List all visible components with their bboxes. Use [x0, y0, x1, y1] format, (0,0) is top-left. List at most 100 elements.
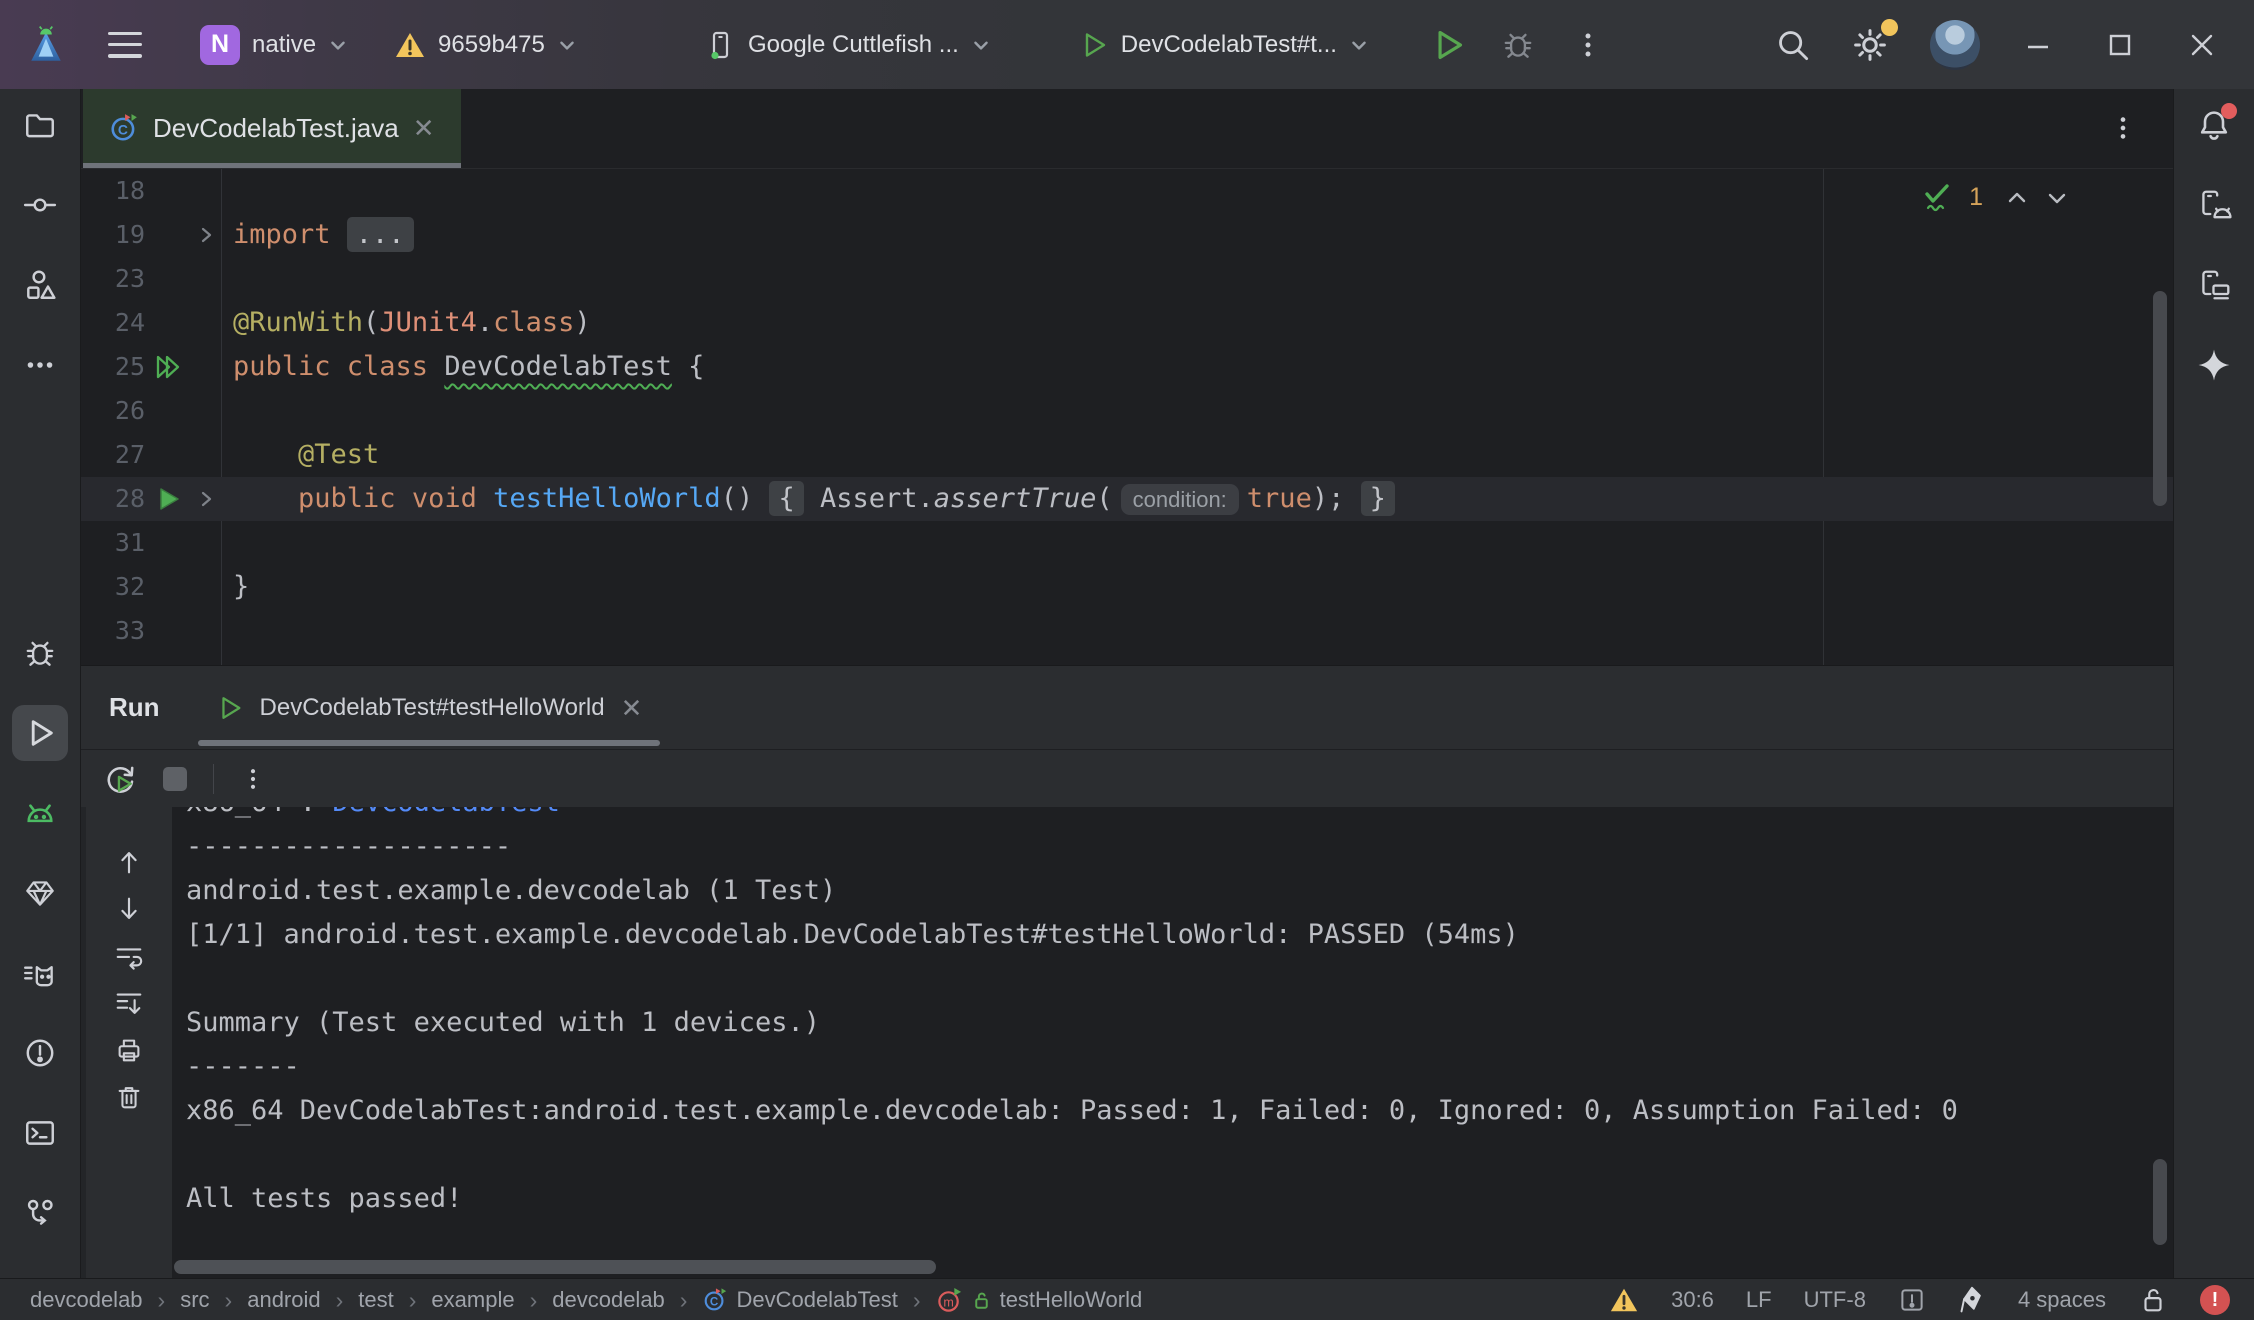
code-line[interactable]: 27 @Test [81, 433, 2173, 477]
terminal-icon[interactable] [12, 1105, 68, 1161]
code-line[interactable]: 18 [81, 169, 2173, 213]
run-tab[interactable]: DevCodelabTest#testHelloWorld ✕ [192, 666, 667, 749]
exclamation-box-icon[interactable] [1898, 1286, 1926, 1314]
scroll-up-icon[interactable] [114, 847, 144, 877]
code-line[interactable]: 24@RunWith(JUnit4.class) [81, 301, 2173, 345]
notifications-bell-icon[interactable] [2186, 97, 2242, 153]
code-line[interactable]: 28 public void testHelloWorld() { Assert… [81, 477, 2173, 521]
debug-tool-icon[interactable] [12, 625, 68, 681]
console-line [186, 1133, 2173, 1177]
soft-wrap-icon[interactable] [114, 941, 144, 971]
previous-problem-chevron-icon[interactable] [2005, 186, 2029, 210]
app-quality-insights-icon[interactable] [12, 865, 68, 921]
line-number[interactable]: 28 [81, 477, 145, 521]
clear-console-trash-icon[interactable] [114, 1082, 144, 1112]
main-menu-icon[interactable] [108, 32, 142, 58]
settings-gear-icon[interactable] [1850, 25, 1890, 65]
line-number[interactable]: 25 [81, 345, 145, 389]
breadcrumb-item[interactable]: src [180, 1287, 209, 1313]
code-editor[interactable]: 1819import ...2324@RunWith(JUnit4.class)… [81, 169, 2173, 665]
gemini-sparkle-icon[interactable] [2186, 337, 2242, 393]
caret-position[interactable]: 30:6 [1671, 1287, 1714, 1313]
vcs-branch-selector[interactable]: 9659b475 [380, 21, 591, 69]
tab-options-kebab-icon[interactable] [2109, 111, 2137, 145]
run-button[interactable] [1431, 28, 1465, 62]
breadcrumb-item[interactable]: devcodelab [552, 1287, 665, 1313]
search-icon[interactable] [1774, 26, 1812, 64]
run-options-kebab-icon[interactable] [240, 763, 266, 795]
breadcrumb-separator: › [913, 1287, 921, 1314]
unlock-icon[interactable] [2138, 1285, 2168, 1315]
console-output[interactable]: x86_64 : DevCodelabTest-----------------… [172, 807, 2173, 1278]
line-number[interactable]: 18 [81, 169, 145, 213]
gutter-fold-column [191, 345, 221, 389]
structure-icon[interactable] [12, 257, 68, 313]
breadcrumb-separator: › [158, 1287, 166, 1314]
warning-triangle-icon[interactable] [1609, 1285, 1639, 1315]
close-tab-icon[interactable]: ✕ [413, 115, 435, 141]
more-actions-kebab-icon[interactable] [1573, 28, 1603, 62]
run-tool-icon[interactable] [12, 705, 68, 761]
line-number[interactable]: 32 [81, 565, 145, 609]
breadcrumb-item[interactable]: test [358, 1287, 393, 1313]
debug-button[interactable] [1501, 28, 1535, 62]
gutter-run-column[interactable] [145, 345, 191, 389]
more-tool-windows-icon[interactable] [12, 337, 68, 393]
indent-size[interactable]: 4 spaces [2018, 1287, 2106, 1313]
scroll-to-end-icon[interactable] [114, 988, 144, 1018]
project-icon[interactable] [12, 97, 68, 153]
git-graph-icon[interactable] [12, 1185, 68, 1241]
breadcrumb-item[interactable]: devcodelab [30, 1287, 143, 1313]
line-number[interactable]: 27 [81, 433, 145, 477]
device-selector[interactable]: Google Cuttlefish ... [690, 21, 1005, 69]
line-number[interactable]: 31 [81, 521, 145, 565]
minimize-button[interactable] [2010, 0, 2066, 89]
code-line[interactable]: 33 [81, 609, 2173, 653]
line-number[interactable]: 24 [81, 301, 145, 345]
gutter-run-column[interactable] [145, 477, 191, 521]
line-number[interactable]: 19 [81, 213, 145, 257]
gutter-fold-column[interactable] [191, 213, 221, 257]
line-number[interactable]: 33 [81, 609, 145, 653]
android-icon[interactable] [12, 785, 68, 841]
error-badge[interactable]: ! [2200, 1285, 2230, 1315]
logcat-icon[interactable] [12, 945, 68, 1001]
scroll-down-icon[interactable] [114, 894, 144, 924]
code-line[interactable]: 26 [81, 389, 2173, 433]
avatar[interactable] [1930, 20, 1980, 70]
console-horizontal-scrollbar[interactable] [174, 1260, 936, 1274]
highlighting-pen-icon[interactable] [1958, 1285, 1986, 1315]
layout-inspector-icon[interactable] [2186, 257, 2242, 313]
commit-icon[interactable] [12, 177, 68, 233]
code-line[interactable]: 32} [81, 565, 2173, 609]
print-icon[interactable] [114, 1035, 144, 1065]
line-ending[interactable]: LF [1746, 1287, 1772, 1313]
breadcrumb-item[interactable]: example [431, 1287, 514, 1313]
inspection-widget[interactable]: 1 [1921, 181, 2069, 215]
line-number[interactable]: 23 [81, 257, 145, 301]
console-link[interactable]: DevCodelabTest [332, 807, 560, 818]
file-encoding[interactable]: UTF-8 [1804, 1287, 1866, 1313]
breadcrumb-item[interactable]: CDevCodelabTest [702, 1287, 897, 1313]
rerun-icon[interactable] [103, 762, 137, 796]
problems-icon[interactable] [12, 1025, 68, 1081]
console-vertical-scrollbar[interactable] [2153, 1159, 2167, 1245]
code-line[interactable]: 31 [81, 521, 2173, 565]
close-window-button[interactable] [2174, 0, 2230, 89]
tab-devcodelabtest-java[interactable]: C DevCodelabTest.java ✕ [83, 89, 461, 168]
run-configuration-selector[interactable]: DevCodelabTest#t... [1065, 22, 1383, 68]
maximize-button[interactable] [2092, 0, 2148, 89]
code-line[interactable]: 19import ... [81, 213, 2173, 257]
editor-scrollbar[interactable] [2153, 291, 2167, 506]
next-problem-chevron-icon[interactable] [2045, 186, 2069, 210]
line-number[interactable]: 26 [81, 389, 145, 433]
code-line[interactable]: 23 [81, 257, 2173, 301]
stop-button[interactable] [163, 767, 187, 791]
running-devices-icon[interactable] [2186, 177, 2242, 233]
project-selector[interactable]: N native [186, 17, 362, 73]
code-line[interactable]: 25public class DevCodelabTest { [81, 345, 2173, 389]
close-run-tab-icon[interactable]: ✕ [621, 695, 643, 721]
breadcrumb-item[interactable]: mtestHelloWorld [936, 1287, 1143, 1314]
gutter-fold-column[interactable] [191, 477, 221, 521]
breadcrumb-item[interactable]: android [247, 1287, 320, 1313]
